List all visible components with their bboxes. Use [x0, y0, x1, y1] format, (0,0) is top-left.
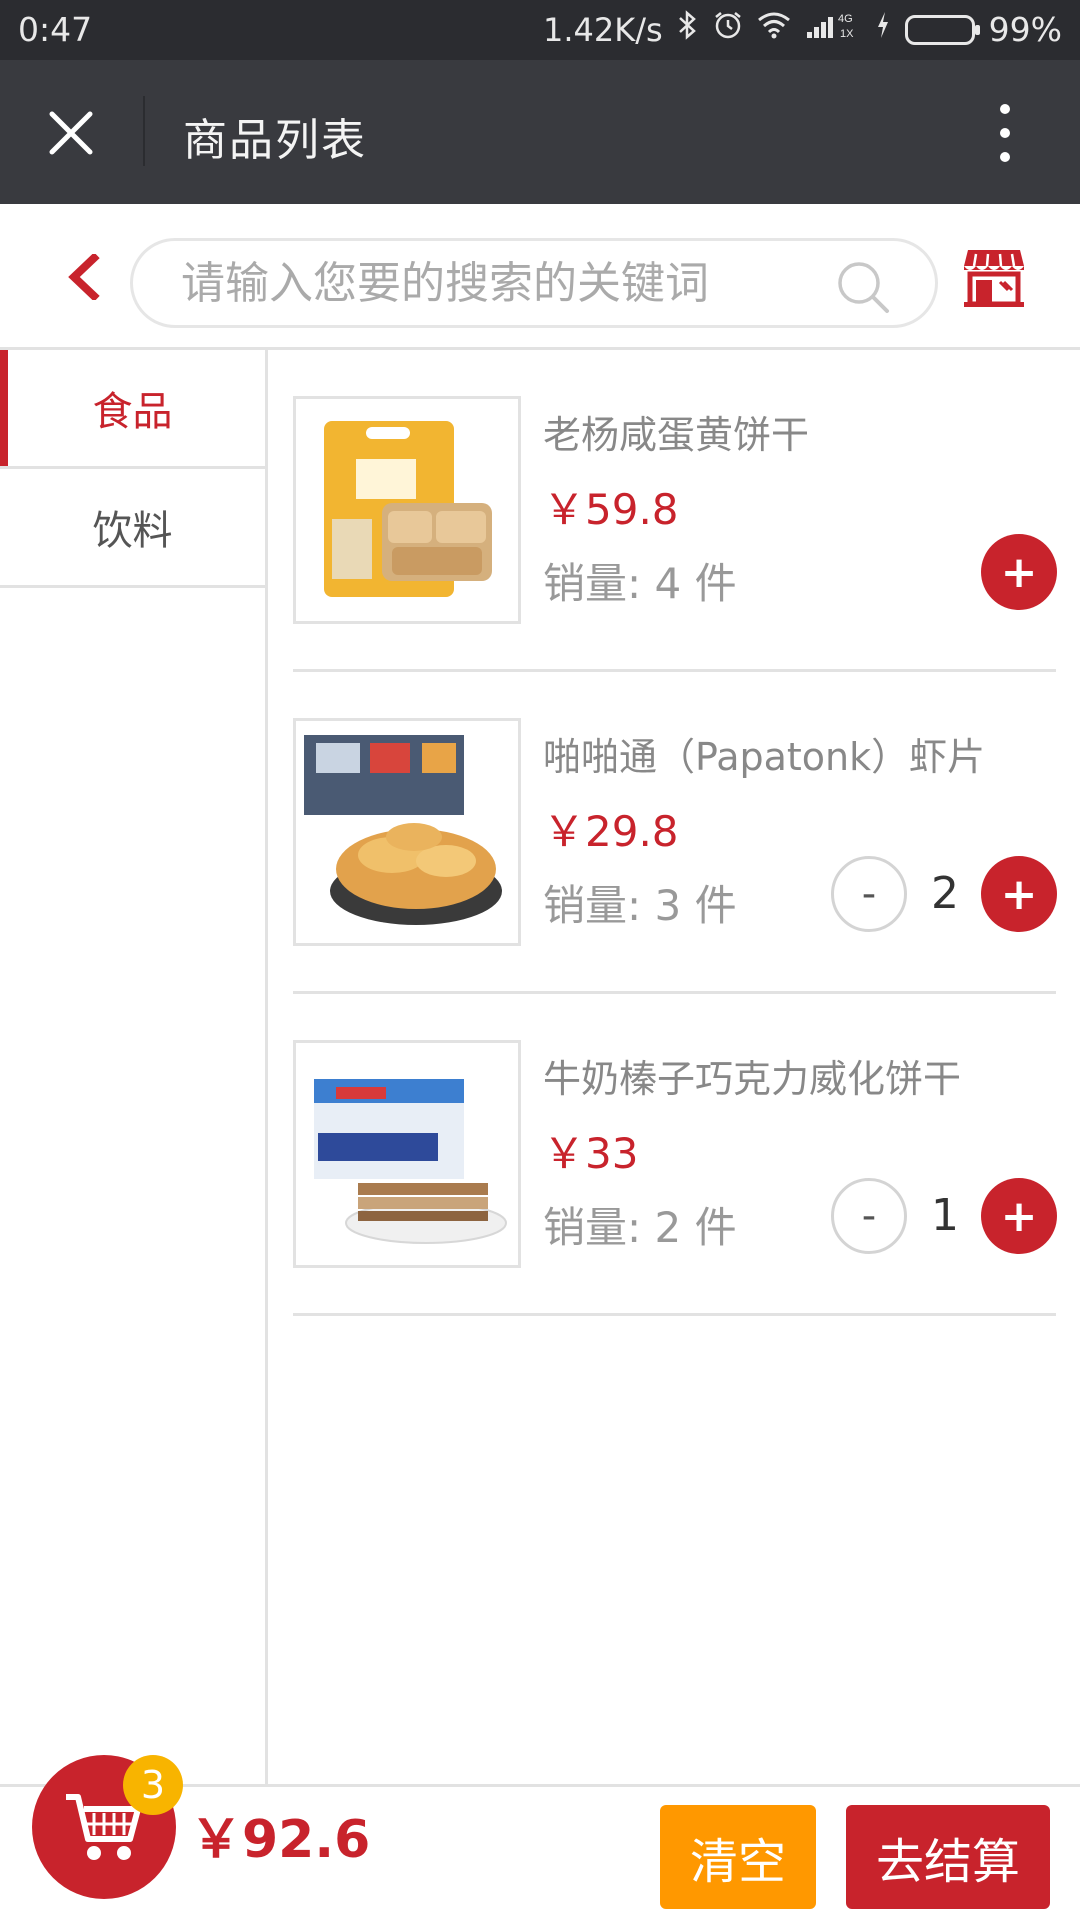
add-to-cart-button[interactable]: +: [981, 1178, 1057, 1254]
search-icon[interactable]: [835, 259, 891, 315]
product-item: 啪啪通（Papatonk）虾片 ￥29.8 销量: 3 件 - 2 +: [293, 672, 1057, 994]
signal-icon: 4G 1X: [805, 10, 861, 49]
product-item: 老杨咸蛋黄饼干 ￥59.8 销量: 4 件 +: [293, 350, 1057, 672]
network-speed: 1.42K/s: [542, 10, 663, 49]
search-input[interactable]: [181, 253, 821, 313]
title-bar: 商品列表: [0, 60, 1080, 204]
product-price: ￥59.8: [543, 485, 679, 534]
cart-count-badge: 3: [123, 1755, 183, 1815]
status-indicators: 1.42K/s 4G 1X 99%: [543, 10, 1062, 49]
product-list: 老杨咸蛋黄饼干 ￥59.8 销量: 4 件 + 啪啪通（Papatonk）虾片 …: [293, 350, 1057, 1316]
category-item-food[interactable]: 食品: [0, 350, 265, 469]
alarm-icon: [713, 10, 743, 49]
store-icon[interactable]: [962, 246, 1026, 308]
quantity-value: 1: [931, 1190, 959, 1241]
product-sales: 销量: 4 件: [543, 559, 737, 608]
clear-cart-button[interactable]: 清空: [660, 1805, 816, 1909]
product-name[interactable]: 啪啪通（Papatonk）虾片: [543, 726, 985, 781]
network-type: 4G: [838, 13, 853, 25]
battery-percent: 99%: [988, 10, 1062, 49]
product-item: 牛奶榛子巧克力威化饼干 ￥33 销量: 2 件 - 1 +: [293, 994, 1057, 1316]
quantity-value: 2: [931, 868, 959, 919]
cart-bar: 3 ￥92.6 清空 去结算: [0, 1755, 1080, 1920]
battery-icon: [904, 14, 980, 45]
more-icon[interactable]: [990, 98, 1020, 168]
checkout-button[interactable]: 去结算: [846, 1805, 1050, 1909]
search-box[interactable]: [130, 238, 938, 328]
product-price: ￥29.8: [543, 807, 679, 856]
product-sales: 销量: 3 件: [543, 881, 737, 930]
product-name[interactable]: 老杨咸蛋黄饼干: [543, 404, 809, 459]
add-to-cart-button[interactable]: +: [981, 534, 1057, 610]
product-image[interactable]: [293, 718, 521, 946]
add-to-cart-button[interactable]: +: [981, 856, 1057, 932]
wifi-icon: [757, 11, 791, 48]
category-sidebar: 食品 饮料: [0, 350, 268, 1786]
close-icon[interactable]: [36, 98, 106, 168]
charging-icon: [875, 10, 891, 49]
category-label: 饮料: [92, 508, 173, 554]
product-sales: 销量: 2 件: [543, 1203, 737, 1252]
product-name[interactable]: 牛奶榛子巧克力威化饼干: [543, 1048, 961, 1103]
category-label: 食品: [92, 389, 173, 435]
decrease-quantity-button[interactable]: -: [831, 1178, 907, 1254]
bluetooth-icon: [677, 10, 699, 49]
product-image[interactable]: [293, 396, 521, 624]
search-row: [0, 204, 1080, 350]
category-item-drinks[interactable]: 饮料: [0, 469, 265, 588]
back-icon[interactable]: [66, 252, 102, 302]
cart-total: ￥92.6: [190, 1810, 371, 1870]
page-title: 商品列表: [183, 115, 367, 166]
title-divider: [143, 96, 145, 166]
decrease-quantity-button[interactable]: -: [831, 856, 907, 932]
status-time: 0:47: [18, 10, 93, 49]
product-price: ￥33: [543, 1129, 639, 1178]
sim-label: 1X: [840, 28, 854, 40]
status-bar: 0:47 1.42K/s 4G 1X 99%: [0, 0, 1080, 60]
product-image[interactable]: [293, 1040, 521, 1268]
